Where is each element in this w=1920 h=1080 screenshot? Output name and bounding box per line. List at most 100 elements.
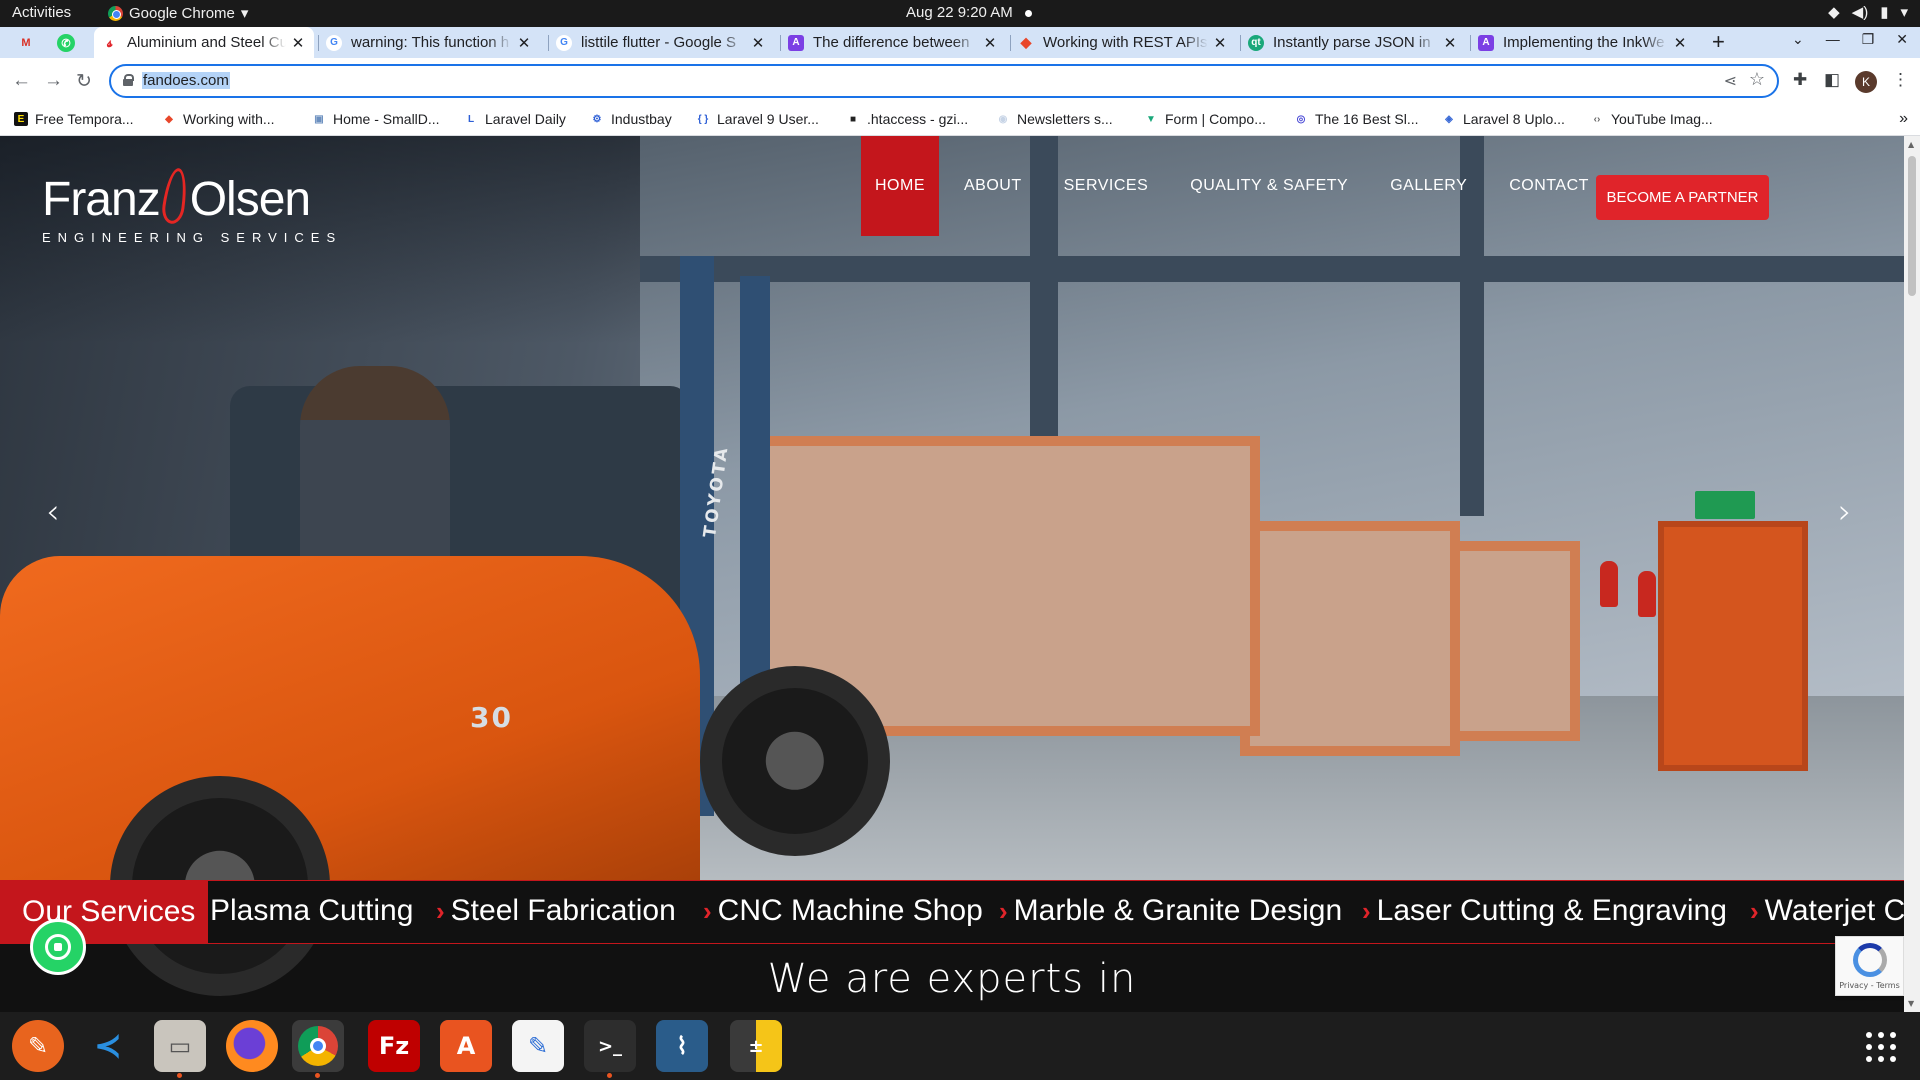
tab-search-icon[interactable]: ⌄ (1792, 31, 1804, 48)
bookmark-item[interactable]: L Laravel Daily (464, 111, 566, 127)
bookmarks-overflow-icon[interactable]: » (1899, 110, 1908, 128)
extensions-icon[interactable]: ✚ (1793, 70, 1807, 90)
tab-listtile-flutter[interactable]: G listtile flutter - Google S ✕ (548, 27, 774, 58)
close-tab-icon[interactable]: ✕ (750, 34, 766, 52)
hero-slider: 30 TOYOTA (0, 136, 1904, 996)
share-icon[interactable]: ⋖ (1724, 71, 1737, 91)
tab-title: warning: This function h (351, 34, 510, 51)
lock-icon[interactable] (123, 74, 134, 86)
scroll-down-icon[interactable]: ▼ (1908, 999, 1914, 1008)
vscode-icon[interactable]: ≺ (82, 1020, 134, 1072)
bookmark-item[interactable]: { } Laravel 9 User... (696, 111, 819, 127)
clock[interactable]: Aug 22 9:20 AM (906, 4, 1032, 21)
chevron-right-icon: › (999, 895, 1008, 926)
nav-services[interactable]: SERVICES (1050, 136, 1163, 236)
firefox-icon[interactable] (226, 1020, 278, 1072)
tab-title: listtile flutter - Google S (581, 34, 737, 51)
bookmark-item[interactable]: ◉ Newsletters s... (996, 111, 1113, 127)
service-label: Waterjet C (1764, 894, 1904, 927)
calculator-icon[interactable]: ± (730, 1020, 782, 1072)
nav-contact[interactable]: CONTACT (1495, 136, 1603, 236)
purple-site-icon: A (1478, 34, 1494, 51)
tab-inkwell[interactable]: A Implementing the InkWe ✕ (1470, 27, 1696, 58)
tab-aluminium-steel[interactable]: 𝓼 Aluminium and Steel Cut ✕ (94, 27, 314, 58)
experts-heading: We are experts in (767, 956, 1137, 1002)
slider-next-arrow-icon[interactable]: › (1838, 492, 1852, 532)
service-item[interactable]: Plasma Cutting (210, 894, 413, 928)
terminal-icon[interactable]: >_ (584, 1020, 636, 1078)
activities-button[interactable]: Activities (12, 4, 71, 21)
gmail-pinned-tab[interactable]: M (17, 34, 35, 52)
bookmark-item[interactable]: ◆ Working with... (162, 111, 274, 127)
mysql-workbench-icon[interactable]: ⌇ (656, 1020, 708, 1072)
bookmark-icon: ▼ (1146, 113, 1156, 125)
nav-home[interactable]: HOME (861, 136, 939, 236)
show-apps-grid-icon[interactable] (1866, 1032, 1896, 1062)
minimize-icon[interactable]: — (1826, 31, 1840, 48)
restore-icon[interactable]: ❐ (1862, 31, 1875, 48)
slider-prev-arrow-icon[interactable]: ‹ (46, 492, 60, 532)
bookmark-item[interactable]: ▣ Home - SmallD... (312, 111, 439, 127)
become-partner-button[interactable]: BECOME A PARTNER (1596, 175, 1769, 220)
nav-about[interactable]: ABOUT (950, 136, 1036, 236)
bookmark-item[interactable]: ‹› YouTube Imag... (1590, 111, 1713, 127)
close-tab-icon[interactable]: ✕ (516, 34, 532, 52)
back-button[interactable]: ← (12, 70, 31, 92)
bookmark-item[interactable]: ◈ Laravel 8 Uplo... (1442, 111, 1565, 127)
tab-difference-between[interactable]: A The difference between ✕ (780, 27, 1006, 58)
filezilla-icon[interactable]: Fz (368, 1020, 420, 1072)
software-center-icon[interactable]: A (440, 1020, 492, 1072)
reload-button[interactable]: ↻ (76, 70, 92, 93)
forward-button[interactable]: → (44, 70, 63, 92)
menu-kebab-icon[interactable]: ⋮ (1892, 70, 1909, 90)
service-item[interactable]: › Steel Fabrication (436, 894, 676, 928)
diamond-site-icon: ◆ (1020, 34, 1032, 50)
tab-warning-function[interactable]: G warning: This function h ✕ (318, 27, 540, 58)
service-item[interactable]: › Waterjet C (1750, 894, 1904, 928)
profile-avatar[interactable]: K (1855, 71, 1877, 93)
side-panel-icon[interactable]: ◧ (1824, 70, 1840, 90)
close-tab-icon[interactable]: ✕ (1212, 34, 1228, 52)
bookmark-item[interactable]: ▼ Form | Compo... (1144, 111, 1266, 127)
page-scrollbar[interactable]: ▲ ▼ (1904, 136, 1920, 1012)
tab-parse-json[interactable]: qt Instantly parse JSON in ✕ (1240, 27, 1466, 58)
scroll-up-icon[interactable]: ▲ (1908, 140, 1914, 149)
bookmark-label: Newsletters s... (1017, 111, 1113, 127)
notification-dot (1024, 9, 1032, 17)
inkscape-icon[interactable]: ✎ (12, 1020, 64, 1072)
close-tab-icon[interactable]: ✕ (1442, 34, 1458, 52)
bookmark-star-icon[interactable]: ☆ (1749, 69, 1765, 90)
service-item[interactable]: › Laser Cutting & Engraving (1362, 894, 1727, 928)
hero-crate (1440, 541, 1580, 741)
bookmark-item[interactable]: E Free Tempora... (14, 111, 134, 127)
tab-rest-apis[interactable]: ◆ Working with REST APIs ✕ (1010, 27, 1236, 58)
new-tab-button[interactable]: + (1712, 29, 1725, 55)
nav-gallery[interactable]: GALLERY (1376, 136, 1481, 236)
service-item[interactable]: › Marble & Granite Design (999, 894, 1342, 928)
bookmark-item[interactable]: ■ .htaccess - gzi... (846, 111, 968, 127)
bookmark-item[interactable]: ◎ The 16 Best Sl... (1294, 111, 1419, 127)
tab-title: Working with REST APIs (1043, 34, 1208, 51)
nav-quality-safety[interactable]: QUALITY & SAFETY (1176, 136, 1362, 236)
chrome-dock-icon[interactable] (292, 1020, 344, 1078)
close-tab-icon[interactable]: ✕ (290, 34, 306, 52)
tab-strip: M ✆ 𝓼 Aluminium and Steel Cut ✕ G warnin… (0, 27, 1920, 58)
text-editor-icon[interactable]: ✎ (512, 1020, 564, 1072)
files-icon[interactable]: ▭ (154, 1020, 206, 1078)
scrollbar-thumb[interactable] (1908, 156, 1916, 296)
bookmark-label: Laravel Daily (485, 111, 566, 127)
address-bar[interactable]: fandoes.com ⋖ ☆ (109, 64, 1779, 98)
whatsapp-pinned-tab[interactable]: ✆ (57, 34, 75, 52)
bookmark-item[interactable]: ⚙ Industbay (590, 111, 672, 127)
caret-down-icon: ▾ (240, 5, 249, 22)
recaptcha-badge[interactable]: Privacy - Terms (1835, 936, 1904, 996)
close-tab-icon[interactable]: ✕ (1672, 34, 1688, 52)
system-tray[interactable]: ◆ ◀) ▮ ▾ (1828, 3, 1908, 21)
close-tab-icon[interactable]: ✕ (982, 34, 998, 52)
url-text[interactable]: fandoes.com (142, 72, 230, 89)
app-menu[interactable]: Google Chrome ▾ (108, 4, 248, 22)
service-item[interactable]: › CNC Machine Shop (703, 894, 983, 928)
site-logo[interactable]: Franz Olsen ENGINEERING SERVICES (42, 166, 342, 245)
whatsapp-chat-button[interactable] (30, 919, 86, 975)
close-window-icon[interactable]: ✕ (1896, 31, 1908, 48)
